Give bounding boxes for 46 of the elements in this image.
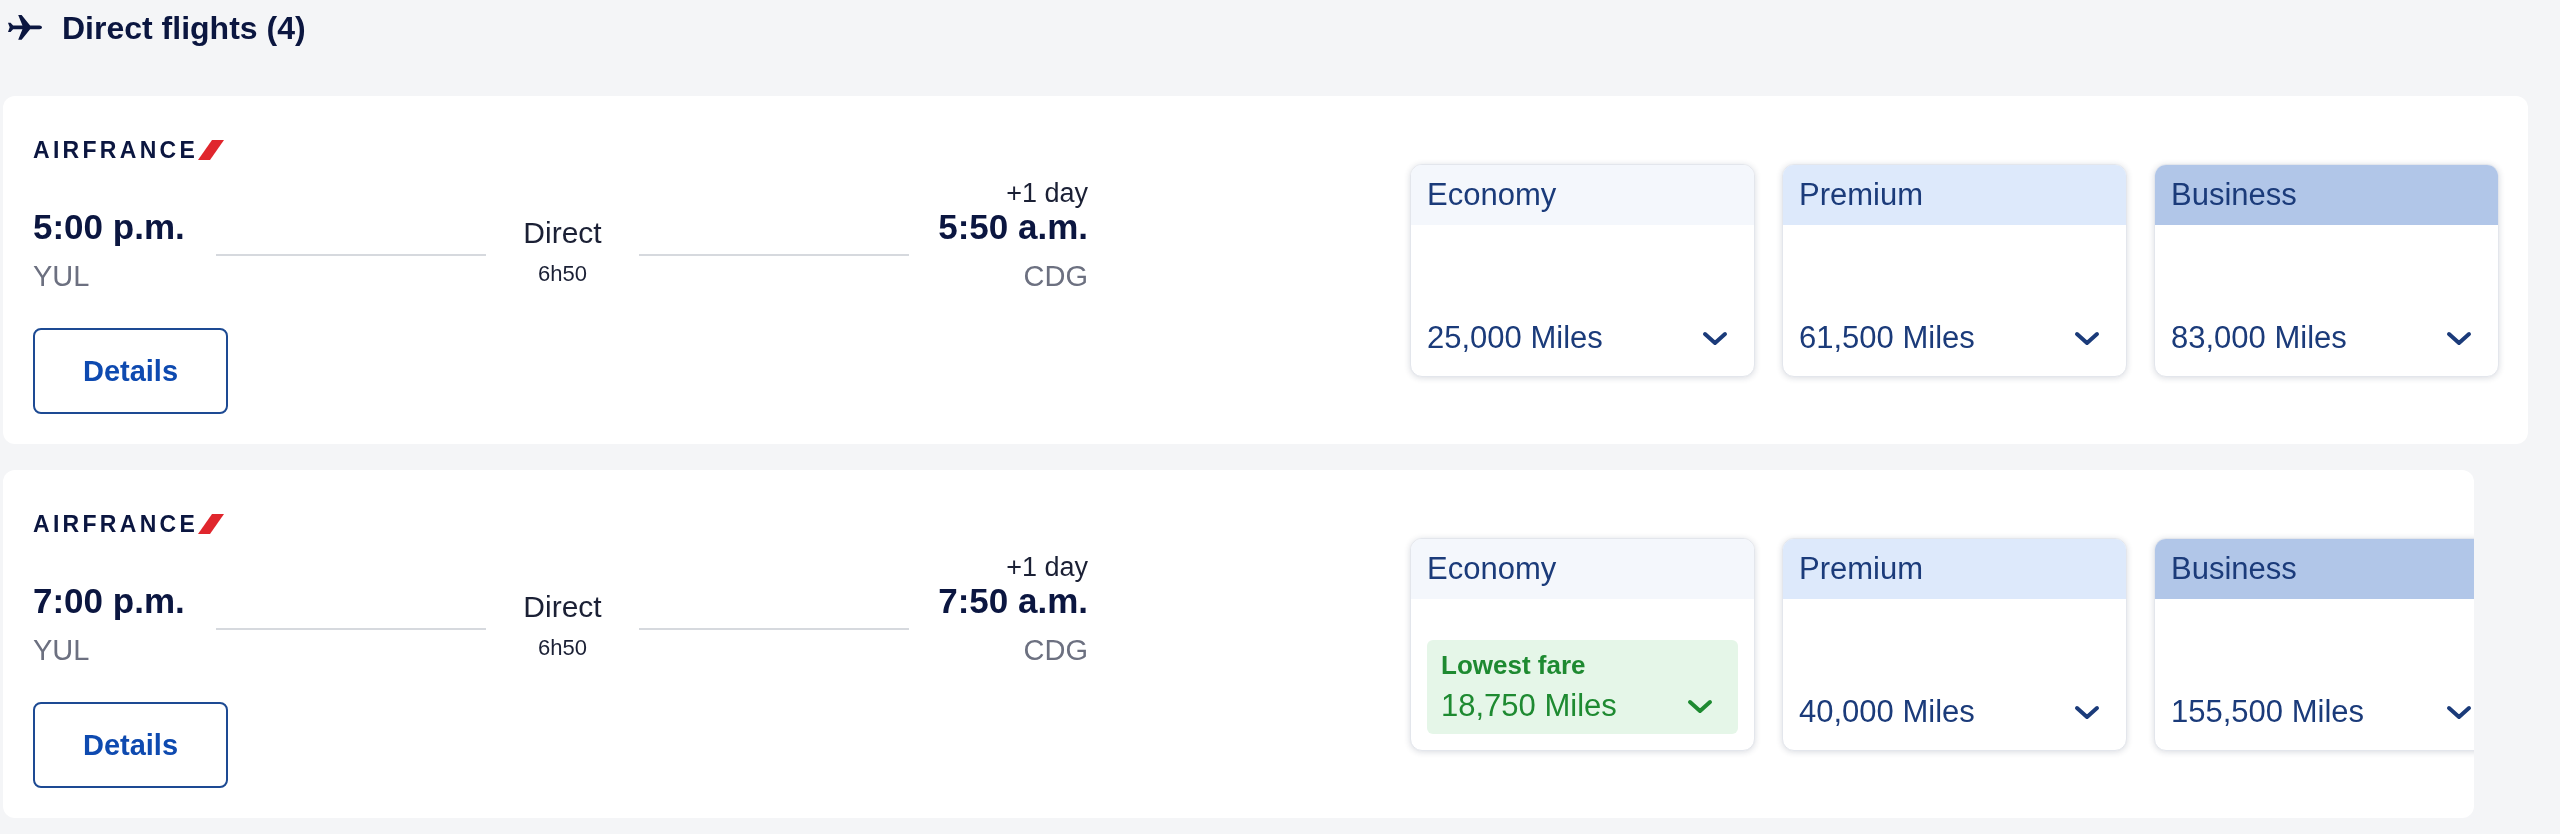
departure-airport: YUL <box>33 259 91 293</box>
miles-price: 40,000 Miles <box>1799 694 1975 730</box>
lowest-fare-label: Lowest fare <box>1441 650 1587 680</box>
stops-label: Direct <box>523 216 602 250</box>
fare-card[interactable]: Economy Lowest fare 18,750 Miles <box>1410 538 1755 751</box>
fare-card[interactable]: Premium 40,000 Miles <box>1782 538 2127 751</box>
fare-card[interactable]: Premium 61,500 Miles <box>1782 164 2127 377</box>
arrival-airport: CDG <box>1023 633 1088 667</box>
fare-card[interactable]: Business 83,000 Miles <box>2154 164 2499 377</box>
cabin-header: Premium <box>1783 539 2126 599</box>
arrival-time: 7:50 a.m. <box>938 582 1088 620</box>
cabin-header: Economy <box>1411 165 1754 225</box>
chevron-down-icon[interactable] <box>2446 704 2472 720</box>
departure-time: 5:00 p.m. <box>33 208 186 246</box>
miles-price: 83,000 Miles <box>2171 320 2347 356</box>
chevron-down-icon[interactable] <box>2446 330 2472 346</box>
flight-duration: 6h50 <box>538 635 587 661</box>
flight-duration: 6h50 <box>538 261 587 287</box>
chevron-down-icon[interactable] <box>2074 330 2100 346</box>
miles-price: 61,500 Miles <box>1799 320 1975 356</box>
cabin-header: Business <box>2155 539 2474 599</box>
details-button[interactable]: Details <box>33 702 228 788</box>
cabin-header: Business <box>2155 165 2498 225</box>
details-button[interactable]: Details <box>33 328 228 414</box>
airline-logo: AIRFRANCE <box>33 513 199 535</box>
day-offset: +1 day <box>1006 552 1088 582</box>
arrival-time: 5:50 a.m. <box>938 208 1088 246</box>
stops-label: Direct <box>523 590 602 624</box>
arrival-airport: CDG <box>1023 259 1088 293</box>
fare-card[interactable]: Economy 25,000 Miles <box>1410 164 1755 377</box>
cabin-header: Premium <box>1783 165 2126 225</box>
cabin-header: Economy <box>1411 539 1754 599</box>
day-offset: +1 day <box>1006 178 1088 208</box>
miles-price: 155,500 Miles <box>2171 694 2364 730</box>
miles-price: 18,750 Miles <box>1441 688 1617 724</box>
chevron-down-icon[interactable] <box>2074 704 2100 720</box>
departure-time: 7:00 p.m. <box>33 582 186 620</box>
section-title: Direct flights (4) <box>62 9 306 47</box>
departure-airport: YUL <box>33 633 91 667</box>
airline-logo: AIRFRANCE <box>33 139 199 161</box>
stripe-icon <box>198 514 225 534</box>
stripe-icon <box>198 140 225 160</box>
chevron-down-icon[interactable] <box>1702 330 1728 346</box>
airplane-icon <box>8 15 42 41</box>
miles-price: 25,000 Miles <box>1427 320 1603 356</box>
fare-card[interactable]: Business 155,500 Miles <box>2154 538 2474 751</box>
